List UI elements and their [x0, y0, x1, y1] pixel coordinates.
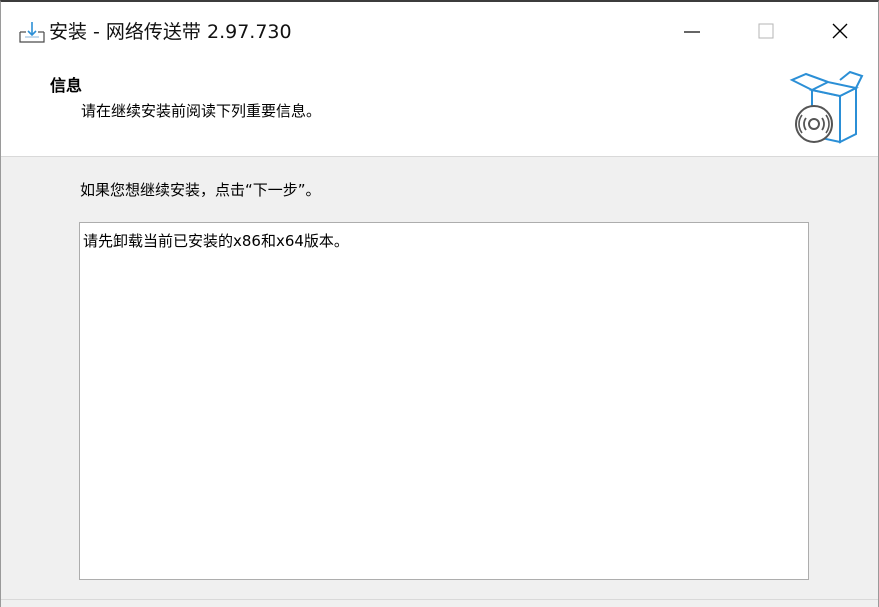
- title-bar[interactable]: 安装 - 网络传送带 2.97.730: [1, 2, 878, 60]
- minimize-icon: [684, 31, 700, 33]
- page-body: 如果您想继续安装，点击“下一步”。 请先卸载当前已安装的x86和x64版本。: [1, 157, 878, 607]
- box-disc-icon: [784, 66, 864, 146]
- maximize-icon: [758, 23, 774, 39]
- page-subtitle: 请在继续安装前阅读下列重要信息。: [81, 102, 322, 120]
- divider: [1, 599, 878, 600]
- info-textbox[interactable]: 请先卸载当前已安装的x86和x64版本。: [79, 222, 809, 580]
- page-header: 信息 请在继续安装前阅读下列重要信息。: [1, 60, 878, 157]
- installer-window: 安装 - 网络传送带 2.97.730 信息 请在继续安装前阅读下列重要信息。: [0, 0, 879, 607]
- instruction-text: 如果您想继续安装，点击“下一步”。: [80, 181, 321, 199]
- close-icon: [832, 23, 848, 39]
- info-text: 请先卸载当前已安装的x86和x64版本。: [83, 232, 349, 250]
- minimize-button[interactable]: [657, 2, 727, 60]
- page-title: 信息: [50, 76, 83, 95]
- close-button[interactable]: [805, 2, 875, 60]
- maximize-button[interactable]: [731, 2, 801, 60]
- window-title: 安装 - 网络传送带 2.97.730: [49, 21, 292, 43]
- installer-icon: [18, 20, 46, 44]
